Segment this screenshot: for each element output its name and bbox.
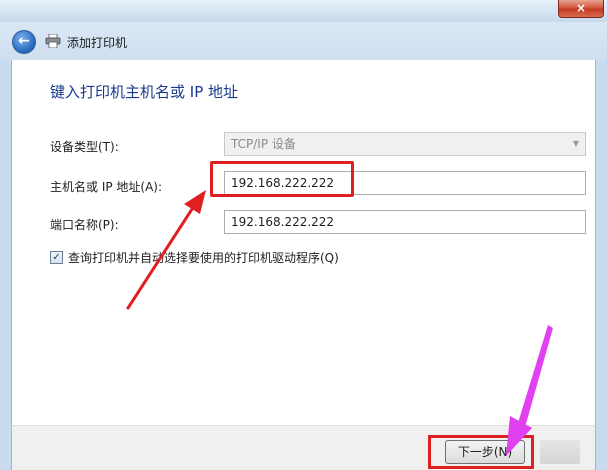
port-name-input[interactable] [224, 210, 586, 234]
window-titlebar: × [0, 0, 607, 22]
device-type-label: 设备类型(T): [50, 140, 119, 154]
wizard-footer: 下一步(N) [11, 425, 596, 470]
hostname-label: 主机名或 IP 地址(A): [50, 180, 163, 194]
arrow-left-icon: ← [18, 33, 30, 49]
close-icon: × [575, 1, 587, 15]
back-button[interactable]: ← [12, 30, 36, 54]
chevron-down-icon: ▼ [572, 139, 579, 148]
wizard-title: 添加打印机 [67, 36, 128, 50]
query-printer-label[interactable]: 查询打印机并自动选择要使用的打印机驱动程序(Q) [68, 249, 339, 266]
device-type-value: TCP/IP 设备 [231, 137, 296, 151]
wizard-nav-bar: ← 添加打印机 [0, 22, 607, 60]
cancel-button[interactable] [540, 440, 580, 464]
printer-icon [45, 34, 61, 48]
port-name-label: 端口名称(P): [50, 218, 119, 232]
hostname-highlight-box [210, 161, 354, 197]
query-printer-checkbox[interactable]: ✓ [50, 251, 63, 264]
wizard-content: 键入打印机主机名或 IP 地址 设备类型(T): TCP/IP 设备 ▼ 主机名… [11, 60, 596, 425]
page-heading: 键入打印机主机名或 IP 地址 [50, 83, 239, 101]
checkmark-icon: ✓ [52, 252, 61, 263]
device-type-select: TCP/IP 设备 ▼ [224, 132, 586, 156]
next-button-highlight-box [428, 435, 534, 469]
close-button[interactable]: × [558, 0, 604, 18]
